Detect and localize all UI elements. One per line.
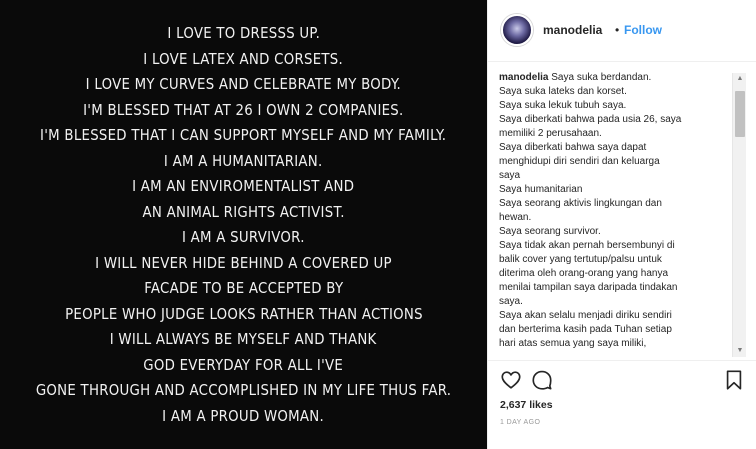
quote-line: I WILL NEVER HIDE BEHIND A COVERED UP — [95, 253, 392, 272]
username-link[interactable]: manodelia — [543, 23, 602, 37]
caption-area: manodelia Saya suka berdandan. Saya suka… — [488, 63, 756, 361]
caption: manodelia Saya suka berdandan. Saya suka… — [499, 71, 731, 351]
quote-line: FACADE TO BE ACCEPTED BY — [143, 279, 344, 297]
quote-line: I'M BLESSED THAT AT 26 I OWN 2 COMPANIES… — [83, 100, 404, 119]
quote-line: I WILL ALWAYS BE MYSELF AND THANK — [110, 330, 377, 348]
caption-line: Saya suka lateks dan korset. — [499, 86, 627, 97]
quote-line: GONE THROUGH AND ACCOMPLISHED IN MY LIFE… — [35, 381, 452, 399]
quote-line: I AM A SURVIVOR. — [182, 228, 305, 246]
quote-line: PEOPLE WHO JUDGE LOOKS RATHER THAN ACTIO… — [64, 304, 423, 323]
caption-line: dan berterima kasih pada Tuhan setiap — [499, 324, 672, 335]
post-timestamp[interactable]: 1 DAY AGO — [500, 419, 540, 426]
post-image: I LOVE TO DRESSS UP. I LOVE LATEX AND COR… — [0, 0, 487, 449]
caption-line: Saya seorang survivor. — [499, 226, 601, 237]
heart-icon[interactable] — [498, 367, 524, 393]
scroll-down-arrow-icon[interactable]: ▼ — [733, 345, 747, 357]
post-header: manodelia • Follow — [488, 0, 756, 62]
scroll-thumb[interactable] — [735, 91, 745, 137]
caption-line: memiliki 2 perusahaan. — [499, 128, 602, 139]
caption-line: diterima oleh orang-orang yang hanya — [499, 268, 668, 279]
caption-line: Saya akan selalu menjadi diriku sendiri — [499, 310, 672, 321]
quote-line: I AM A PROUD WOMAN. — [162, 406, 325, 425]
quote-line: I LOVE MY CURVES AND CELEBRATE MY BODY. — [85, 75, 402, 93]
caption-first-text: Saya suka berdandan. — [548, 72, 652, 83]
post-sidebar: manodelia • Follow manodelia Saya suka b… — [487, 0, 756, 449]
quote-line: AN ANIMAL RIGHTS ACTIVIST. — [142, 202, 345, 221]
quote-line: I AM AN ENVIROMENTALIST AND — [132, 177, 355, 195]
caption-line: menilai tampilan saya daripada tindakan — [499, 282, 678, 293]
caption-line: saya. — [499, 296, 523, 307]
scroll-up-arrow-icon[interactable]: ▲ — [733, 73, 747, 85]
quote-line: I LOVE TO DRESSS UP. — [167, 24, 320, 42]
quote-line: I AM A HUMANITARIAN. — [164, 151, 323, 170]
caption-line: Saya diberkati bahwa pada usia 26, saya — [499, 114, 682, 125]
follow-button[interactable]: Follow — [624, 23, 662, 37]
caption-line: Saya tidak akan pernah bersembunyi di — [499, 240, 675, 251]
caption-line: Saya seorang aktivis lingkungan dan — [499, 198, 662, 209]
caption-line: balik cover yang tertutup/palsu untuk — [499, 254, 662, 265]
caption-line: menghidupi diri sendiri dan keluarga — [499, 156, 660, 167]
quote-line: GOD EVERYDAY FOR ALL I'VE — [143, 355, 344, 374]
comment-icon[interactable] — [529, 367, 555, 393]
separator-dot: • — [615, 23, 620, 37]
caption-line: hewan. — [499, 212, 532, 223]
caption-line: saya — [499, 170, 521, 181]
bookmark-icon[interactable] — [721, 367, 747, 393]
like-count[interactable]: 2,637 likes — [500, 399, 553, 411]
action-bar — [488, 364, 756, 396]
quote-line: I'M BLESSED THAT I CAN SUPPORT MYSELF AN… — [40, 126, 447, 144]
caption-line: Saya humanitarian — [499, 184, 583, 195]
caption-scrollbar[interactable]: ▲ ▼ — [732, 73, 746, 357]
quote-line: I LOVE LATEX AND CORSETS. — [143, 49, 344, 68]
caption-line: Saya diberkati bahwa saya dapat — [499, 142, 647, 153]
caption-line: Saya suka lekuk tubuh saya. — [499, 100, 627, 111]
avatar[interactable] — [501, 14, 533, 46]
caption-line: hari atas semua yang saya miliki, — [499, 338, 647, 349]
caption-first-line: manodelia Saya suka berdandan. — [499, 71, 731, 85]
caption-username[interactable]: manodelia — [499, 72, 548, 83]
